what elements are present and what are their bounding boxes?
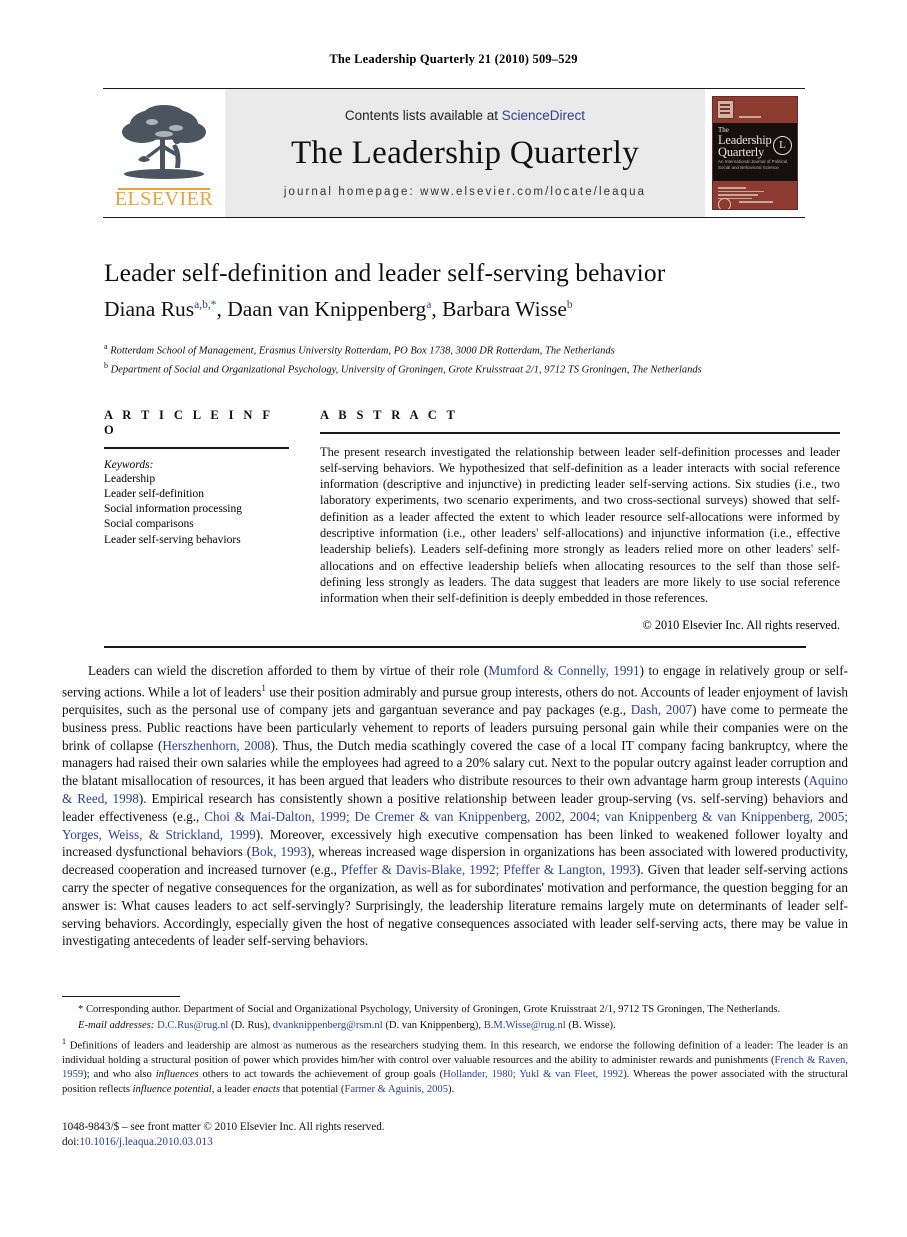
cover-footer (718, 193, 792, 209)
journal-homepage[interactable]: journal homepage: www.elsevier.com/locat… (284, 186, 646, 198)
affiliation-marker: a (104, 342, 108, 351)
contents-prefix: Contents lists available at (344, 108, 499, 123)
journal-masthead: ELSEVIER Contents lists available at Sci… (103, 88, 805, 218)
divider (104, 447, 289, 449)
cover-top-strip (713, 97, 797, 154)
article-info-section: A R T I C L E I N F O Keywords: Leadersh… (104, 408, 289, 548)
cover-seal-icon (718, 198, 731, 209)
author-name: Barbara Wisse (442, 297, 567, 321)
email-owner: (D. Rus) (230, 1020, 268, 1032)
sciencedirect-link[interactable]: ScienceDirect (502, 108, 585, 123)
divider (104, 646, 806, 648)
author-affiliation-marker[interactable]: b (567, 299, 573, 311)
divider (320, 432, 840, 434)
doi-line: doi:10.1016/j.leaqua.2010.03.013 (62, 1135, 562, 1150)
elsevier-logo: ELSEVIER (103, 89, 225, 217)
keywords-list: Leadership Leader self-definition Social… (104, 472, 289, 548)
email-link[interactable]: B.M.Wisse@rug.nl (484, 1020, 566, 1031)
footnote-one: 1 Definitions of leaders and leadership … (62, 1035, 848, 1096)
citation-link[interactable]: Herszhenhorn, 2008 (162, 738, 270, 753)
keyword-item: Social information processing (104, 503, 242, 516)
footnote-segment: others to act towards the achievement of… (198, 1069, 444, 1081)
email-note: E-mail addresses: D.C.Rus@rug.nl (D. Rus… (78, 1020, 616, 1032)
masthead-center: Contents lists available at ScienceDirec… (225, 89, 705, 217)
journal-cover-thumbnail[interactable]: The Leadership Quarterly An Internationa… (705, 89, 805, 217)
author-affiliation-marker[interactable]: a,b,* (194, 299, 216, 311)
footnote-segment: ). (448, 1083, 455, 1095)
elsevier-wordmark: ELSEVIER (114, 187, 214, 210)
elsevier-tree-icon (122, 104, 206, 179)
emphasis-text: influence potential (132, 1083, 212, 1095)
author-name: Daan van Knippenberg (227, 297, 427, 321)
abstract-section: A B S T R A C T The present research inv… (320, 408, 840, 633)
citation-link[interactable]: Hollander, 1980; Yukl & van Fleet, 1992 (443, 1069, 623, 1080)
cover-subtitle: An International Journal of Political, S… (718, 159, 789, 170)
body-text: Leaders can wield the discretion afforde… (62, 662, 848, 950)
keyword-item: Social comparisons (104, 518, 194, 531)
affiliation-marker: b (104, 360, 108, 370)
emphasis-text: influences (155, 1069, 199, 1081)
email-owner: (B. Wisse) (568, 1020, 614, 1032)
cover-monogram-icon: L (773, 136, 792, 155)
doi-link[interactable]: 10.1016/j.leaqua.2010.03.013 (79, 1136, 212, 1148)
affiliation-item: b Department of Social and Organizationa… (104, 359, 844, 378)
keyword-item: Leader self-serving behaviors (104, 533, 241, 546)
issn-copyright-line: 1048-9843/$ – see front matter © 2010 El… (62, 1121, 385, 1133)
cover-image: The Leadership Quarterly An Internationa… (712, 96, 798, 210)
corresponding-author-note: * Corresponding author. Department of So… (62, 1003, 848, 1017)
article-title: Leader self-definition and leader self-s… (104, 258, 666, 287)
citation-link[interactable]: Farmer & Aguinis, 2005 (344, 1084, 448, 1095)
cover-title-band: The Leadership Quarterly An Internationa… (713, 123, 797, 181)
affiliation-item: a Rotterdam School of Management, Erasmu… (104, 340, 844, 359)
contents-list-line: Contents lists available at ScienceDirec… (345, 108, 585, 123)
citation-link[interactable]: Dash, 2007 (631, 702, 692, 717)
article-info-heading: A R T I C L E I N F O (104, 408, 273, 437)
footnote-segment: ); and who also (83, 1069, 156, 1081)
email-link[interactable]: D.C.Rus@rug.nl (157, 1020, 228, 1031)
imprint-block: 1048-9843/$ – see front matter © 2010 El… (62, 1120, 562, 1149)
cover-elsevier-mark-icon (717, 100, 734, 119)
email-link[interactable]: dvanknippenberg@rsm.nl (273, 1020, 383, 1031)
author-name: Diana Rus (104, 297, 195, 321)
affiliation-text: Department of Social and Organizational … (110, 364, 702, 375)
footnote-segment: , a leader (211, 1083, 253, 1095)
author-list: Diana Rusa,b,*, Daan van Knippenberga, B… (104, 297, 573, 321)
footnote-segment: Definitions of leaders and leadership ar… (62, 1040, 848, 1067)
keyword-item: Leadership (104, 472, 156, 485)
affiliation-text: Rotterdam School of Management, Erasmus … (110, 345, 615, 357)
author-affiliation-marker[interactable]: a (426, 299, 431, 311)
journal-title: The Leadership Quarterly (290, 135, 640, 171)
affiliation-list: a Rotterdam School of Management, Erasmu… (104, 340, 844, 377)
email-owner: (D. van Knippenberg) (385, 1020, 479, 1032)
abstract-text: The present research investigated the re… (320, 444, 840, 606)
article-page: The Leadership Quarterly 21 (2010) 509–5… (0, 0, 907, 1237)
body-segment: Leaders can wield the discretion afforde… (88, 663, 489, 678)
citation-link[interactable]: Mumford & Connelly, 1991 (488, 663, 639, 678)
keyword-item: Leader self-definition (104, 487, 204, 500)
footnote-segment: that potential ( (280, 1083, 345, 1095)
running-head: The Leadership Quarterly 21 (2010) 509–5… (329, 52, 578, 66)
footnote-divider (62, 996, 180, 998)
email-label: E-mail addresses: (78, 1020, 155, 1032)
corresponding-text: Corresponding author. Department of Soci… (83, 1004, 781, 1015)
citation-link[interactable]: Bok, 1993 (251, 844, 307, 859)
abstract-heading: A B S T R A C T (320, 408, 459, 422)
citation-link[interactable]: Pfeffer & Davis-Blake, 1992; Pfeffer & L… (341, 862, 636, 877)
footnote-section: * Corresponding author. Department of So… (62, 1003, 848, 1099)
emphasis-text: enacts (252, 1083, 280, 1095)
abstract-copyright: © 2010 Elsevier Inc. All rights reserved… (642, 617, 840, 632)
keywords-label: Keywords: (104, 458, 154, 471)
body-paragraph: Leaders can wield the discretion afforde… (62, 662, 848, 950)
doi-label: doi: (62, 1135, 80, 1148)
